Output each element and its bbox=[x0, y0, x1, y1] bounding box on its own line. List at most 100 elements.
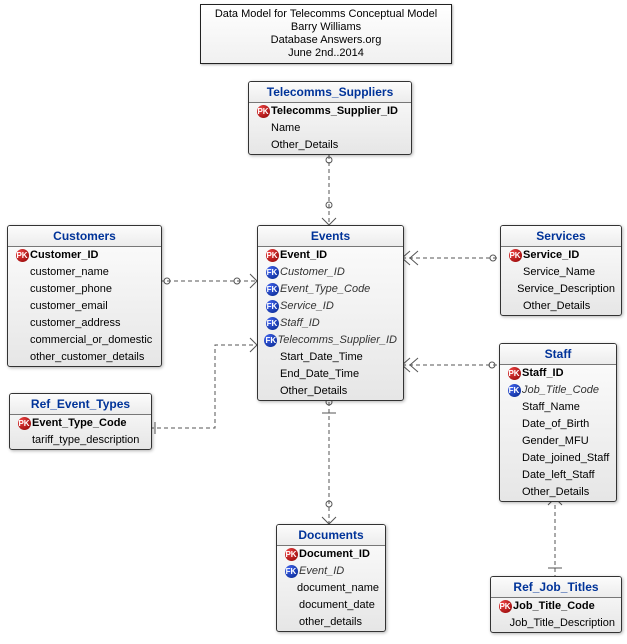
attribute-row: FKCustomer_ID bbox=[258, 264, 403, 281]
attribute-row: FKEvent_ID bbox=[277, 563, 385, 580]
attribute-name: Document_ID bbox=[299, 547, 379, 562]
attribute-row: PKEvent_ID bbox=[258, 247, 403, 264]
entity-services: Services PKService_IDService_NameService… bbox=[500, 225, 622, 316]
fk-icon: FK bbox=[266, 300, 279, 313]
pk-icon: PK bbox=[509, 249, 522, 262]
attribute-row: Other_Details bbox=[258, 383, 403, 400]
attribute-row: customer_email bbox=[8, 298, 161, 315]
attribute-row: FKEvent_Type_Code bbox=[258, 281, 403, 298]
attribute-name: customer_name bbox=[30, 265, 155, 280]
pk-icon: PK bbox=[18, 417, 31, 430]
attribute-row: customer_phone bbox=[8, 281, 161, 298]
attribute-name: Service_Name bbox=[523, 265, 615, 280]
entity-title: Telecomms_Suppliers bbox=[249, 82, 411, 103]
attribute-name: End_Date_Time bbox=[280, 367, 397, 382]
attr-list: PKStaff_IDFKJob_Title_CodeStaff_NameDate… bbox=[500, 365, 616, 501]
attribute-name: Other_Details bbox=[522, 485, 610, 500]
attribute-row: PKEvent_Type_Code bbox=[10, 415, 151, 432]
attr-list: PKCustomer_IDcustomer_namecustomer_phone… bbox=[8, 247, 161, 366]
pk-icon: PK bbox=[285, 548, 298, 561]
attribute-name: Service_ID bbox=[280, 299, 397, 314]
pk-icon: PK bbox=[508, 367, 521, 380]
entity-ref-event-types: Ref_Event_Types PKEvent_Type_Codetariff_… bbox=[9, 393, 152, 450]
attr-list: PKService_IDService_NameService_Descript… bbox=[501, 247, 621, 315]
attribute-row: FKTelecomms_Supplier_ID bbox=[258, 332, 403, 349]
attribute-name: Date_joined_Staff bbox=[522, 451, 610, 466]
attribute-name: Job_Title_Code bbox=[522, 383, 610, 398]
attribute-name: Gender_MFU bbox=[522, 434, 610, 449]
attribute-row: customer_name bbox=[8, 264, 161, 281]
entity-ref-job-titles: Ref_Job_Titles PKJob_Title_CodeJob_Title… bbox=[490, 576, 622, 633]
attribute-name: Service_Description bbox=[517, 282, 615, 297]
attribute-row: Service_Name bbox=[501, 264, 621, 281]
fk-icon: FK bbox=[266, 317, 279, 330]
attribute-row: FKStaff_ID bbox=[258, 315, 403, 332]
fk-icon: FK bbox=[266, 266, 279, 279]
entity-staff: Staff PKStaff_IDFKJob_Title_CodeStaff_Na… bbox=[499, 343, 617, 502]
attribute-row: customer_address bbox=[8, 315, 161, 332]
attribute-row: PKCustomer_ID bbox=[8, 247, 161, 264]
attribute-name: Date_left_Staff bbox=[522, 468, 610, 483]
attribute-name: Staff_ID bbox=[280, 316, 397, 331]
attribute-name: customer_email bbox=[30, 299, 155, 314]
info-line1: Data Model for Telecomms Conceptual Mode… bbox=[211, 8, 441, 21]
attribute-name: Other_Details bbox=[280, 384, 397, 399]
attribute-name: other_customer_details bbox=[30, 350, 155, 365]
attribute-row: Date_joined_Staff bbox=[500, 450, 616, 467]
attribute-row: Name bbox=[249, 120, 411, 137]
attribute-row: Other_Details bbox=[249, 137, 411, 154]
diagram-info-box: Data Model for Telecomms Conceptual Mode… bbox=[200, 4, 452, 64]
attribute-row: Other_Details bbox=[501, 298, 621, 315]
attribute-name: Job_Title_Code bbox=[513, 599, 615, 614]
attribute-row: FKService_ID bbox=[258, 298, 403, 315]
attribute-row: document_date bbox=[277, 597, 385, 614]
attribute-name: other_details bbox=[299, 615, 379, 630]
attribute-name: document_name bbox=[297, 581, 379, 596]
attribute-name: document_date bbox=[299, 598, 379, 613]
entity-title: Customers bbox=[8, 226, 161, 247]
attribute-row: Start_Date_Time bbox=[258, 349, 403, 366]
fk-icon: FK bbox=[508, 384, 521, 397]
entity-title: Services bbox=[501, 226, 621, 247]
attribute-row: other_details bbox=[277, 614, 385, 631]
entity-title: Documents bbox=[277, 525, 385, 546]
attribute-row: End_Date_Time bbox=[258, 366, 403, 383]
entity-title: Events bbox=[258, 226, 403, 247]
info-line3: Database Answers.org bbox=[211, 34, 441, 47]
attribute-name: Staff_Name bbox=[522, 400, 610, 415]
pk-icon: PK bbox=[499, 600, 512, 613]
attribute-row: PKJob_Title_Code bbox=[491, 598, 621, 615]
attribute-name: Other_Details bbox=[271, 138, 405, 153]
attribute-name: customer_phone bbox=[30, 282, 155, 297]
attribute-row: commercial_or_domestic bbox=[8, 332, 161, 349]
attribute-name: Name bbox=[271, 121, 405, 136]
attribute-row: Service_Description bbox=[501, 281, 621, 298]
attribute-row: Other_Details bbox=[500, 484, 616, 501]
attribute-name: commercial_or_domestic bbox=[30, 333, 155, 348]
pk-icon: PK bbox=[16, 249, 29, 262]
attribute-name: tariff_type_description bbox=[32, 433, 145, 448]
entity-telecomms-suppliers: Telecomms_Suppliers PKTelecomms_Supplier… bbox=[248, 81, 412, 155]
attribute-name: Event_Type_Code bbox=[32, 416, 145, 431]
attribute-name: Customer_ID bbox=[30, 248, 155, 263]
attribute-row: other_customer_details bbox=[8, 349, 161, 366]
attribute-name: Telecomms_Supplier_ID bbox=[278, 333, 397, 348]
attribute-row: PKStaff_ID bbox=[500, 365, 616, 382]
attr-list: PKEvent_Type_Codetariff_type_description bbox=[10, 415, 151, 449]
attribute-name: Start_Date_Time bbox=[280, 350, 397, 365]
attribute-name: Job_Title_Description bbox=[510, 616, 615, 631]
attribute-name: Staff_ID bbox=[522, 366, 610, 381]
attribute-name: Date_of_Birth bbox=[522, 417, 610, 432]
attribute-row: Date_of_Birth bbox=[500, 416, 616, 433]
attribute-row: Job_Title_Description bbox=[491, 615, 621, 632]
attribute-row: FKJob_Title_Code bbox=[500, 382, 616, 399]
info-line4: June 2nd..2014 bbox=[211, 47, 441, 60]
attribute-name: Customer_ID bbox=[280, 265, 397, 280]
fk-icon: FK bbox=[264, 334, 277, 347]
attribute-name: Telecomms_Supplier_ID bbox=[271, 104, 405, 119]
attribute-name: Event_ID bbox=[280, 248, 397, 263]
entity-title: Ref_Job_Titles bbox=[491, 577, 621, 598]
attribute-row: PKTelecomms_Supplier_ID bbox=[249, 103, 411, 120]
attribute-row: Gender_MFU bbox=[500, 433, 616, 450]
attr-list: PKDocument_IDFKEvent_IDdocument_namedocu… bbox=[277, 546, 385, 631]
